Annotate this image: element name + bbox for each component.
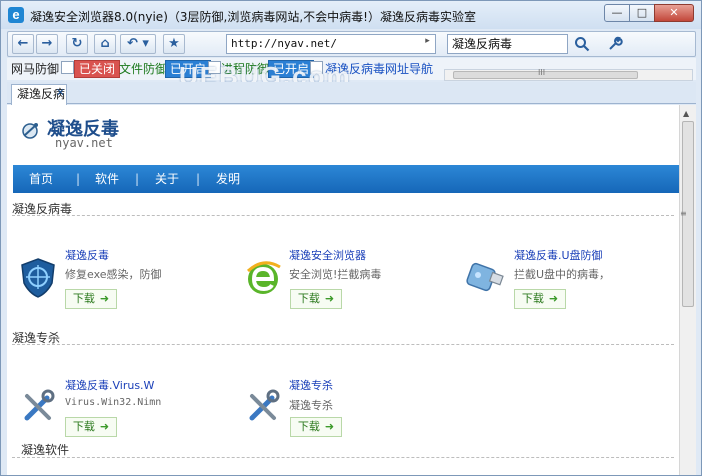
tools-button[interactable] [604, 34, 626, 54]
download-label: 下载 [297, 292, 320, 305]
product-title[interactable]: 凝逸安全浏览器 [289, 247, 366, 263]
product-description: Virus.Win32.Nimn [65, 397, 162, 408]
file-defense-label: 文件防御 [119, 62, 168, 76]
browser-window: e 凝逸安全浏览器8.0(nyie)（3层防御,浏览病毒网站,不会中病毒!）凝逸… [0, 0, 702, 476]
scrollbar-thumb[interactable]: III [453, 68, 638, 79]
home-button[interactable]: ⌂ [94, 34, 116, 54]
download-arrow-icon: ➜ [548, 292, 559, 305]
download-button[interactable]: 下载 ➜ [514, 289, 566, 309]
download-label: 下载 [297, 420, 320, 433]
repair-tools-icon [249, 389, 280, 421]
refresh-button[interactable]: ↻ [66, 34, 88, 54]
forward-button[interactable]: → [36, 34, 58, 54]
menu-home[interactable]: 首页 [29, 165, 53, 193]
logo-icon [22, 123, 38, 139]
menu-separator: | [76, 172, 81, 186]
menu-separator: | [135, 172, 140, 186]
section-divider [12, 215, 674, 216]
product-title[interactable]: 凝逸反毒.Virus.W [65, 377, 154, 393]
browser-e-icon [246, 261, 281, 294]
product-title[interactable]: 凝逸专杀 [289, 377, 333, 393]
favorite-button[interactable]: ★ [163, 34, 185, 54]
download-label: 下载 [521, 292, 544, 305]
download-button[interactable]: 下载 ➜ [290, 289, 342, 309]
download-arrow-icon: ➜ [324, 292, 335, 305]
go-button[interactable]: ▸ [420, 33, 435, 49]
address-bar[interactable]: http://nyav.net/ [226, 34, 436, 54]
repair-tools-icon [24, 389, 55, 421]
menu-software[interactable]: 软件 [95, 165, 119, 193]
download-arrow-icon: ➜ [324, 420, 335, 433]
search-input[interactable]: 凝逸反病毒 [447, 34, 568, 54]
web-defense-label: 网马防御 [11, 62, 60, 76]
download-arrow-icon: ➜ [99, 292, 110, 305]
page-scrollbar[interactable]: ▲ [679, 105, 696, 475]
maximize-button[interactable]: □ [629, 4, 655, 22]
search-button[interactable] [570, 34, 594, 54]
product-description: 修复exe感染，防御 [65, 268, 162, 281]
download-label: 下载 [72, 292, 95, 305]
site-nav-link[interactable]: 网址导航 [385, 61, 433, 78]
menu-separator: | [196, 172, 201, 186]
plugin-bar-scrollbar[interactable]: III [444, 68, 693, 81]
back-button[interactable]: ← [12, 34, 34, 54]
web-defense-checkbox[interactable] [61, 61, 74, 74]
section-divider [12, 344, 674, 345]
product-title[interactable]: 凝逸反毒.U盘防御 [514, 247, 603, 263]
scrollbar-grip: ≡ [680, 209, 687, 218]
download-arrow-icon: ➜ [99, 420, 110, 433]
undo-dropdown-button[interactable]: ↶ ▾ [120, 34, 156, 54]
download-button[interactable]: 下载 ➜ [65, 417, 117, 437]
product-description: 拦截U盘中的病毒， [514, 268, 611, 281]
section-title: 凝逸软件 [21, 443, 70, 457]
site-logo-subtitle: nyav.net [55, 136, 113, 150]
web-defense-status-button[interactable]: 已关闭 [74, 60, 121, 78]
tab-nyav[interactable]: 凝逸反病 ✕ [11, 84, 67, 105]
window-title: 凝逸安全浏览器8.0(nyie)（3层防御,浏览病毒网站,不会中病毒!）凝逸反病… [30, 10, 476, 24]
usb-drive-icon [466, 262, 504, 292]
browser-e-icon: e [8, 7, 24, 23]
scrollbar-grip: III [538, 68, 546, 77]
menu-invention[interactable]: 发明 [216, 165, 240, 193]
product-description: 凝逸专杀 [289, 399, 333, 412]
section-divider [12, 457, 674, 458]
download-label: 下载 [72, 420, 95, 433]
download-button[interactable]: 下载 ➜ [290, 417, 342, 437]
product-description: 安全浏览!拦截病毒 [289, 268, 382, 281]
close-button[interactable]: ✕ [654, 4, 694, 22]
menu-about[interactable]: 关于 [155, 165, 179, 193]
site-menu-bar: 首页 | 软件 | 关于 | 发明 [13, 165, 679, 193]
download-button[interactable]: 下载 ➜ [65, 289, 117, 309]
shield-icon [21, 258, 55, 298]
title-bar: e 凝逸安全浏览器8.0(nyie)（3层防御,浏览病毒网站,不会中病毒!）凝逸… [1, 1, 701, 29]
wrench-icon [609, 36, 623, 50]
scroll-up-icon[interactable]: ▲ [683, 109, 689, 118]
product-title[interactable]: 凝逸反毒 [65, 247, 109, 263]
navigation-toolbar: ← → ↻ ⌂ ↶ ▾ ★ http://nyav.net/ ▸ 凝逸反病毒 [7, 31, 696, 57]
page-content: 凝逸反毒 nyav.net 首页 | 软件 | 关于 | 发明 凝逸反病毒 凝逸… [7, 105, 696, 475]
close-icon[interactable]: ✕ [56, 83, 65, 102]
search-icon [575, 37, 590, 52]
tab-strip: 凝逸反病 ✕ [7, 82, 696, 105]
minimize-button[interactable]: — [604, 4, 630, 22]
